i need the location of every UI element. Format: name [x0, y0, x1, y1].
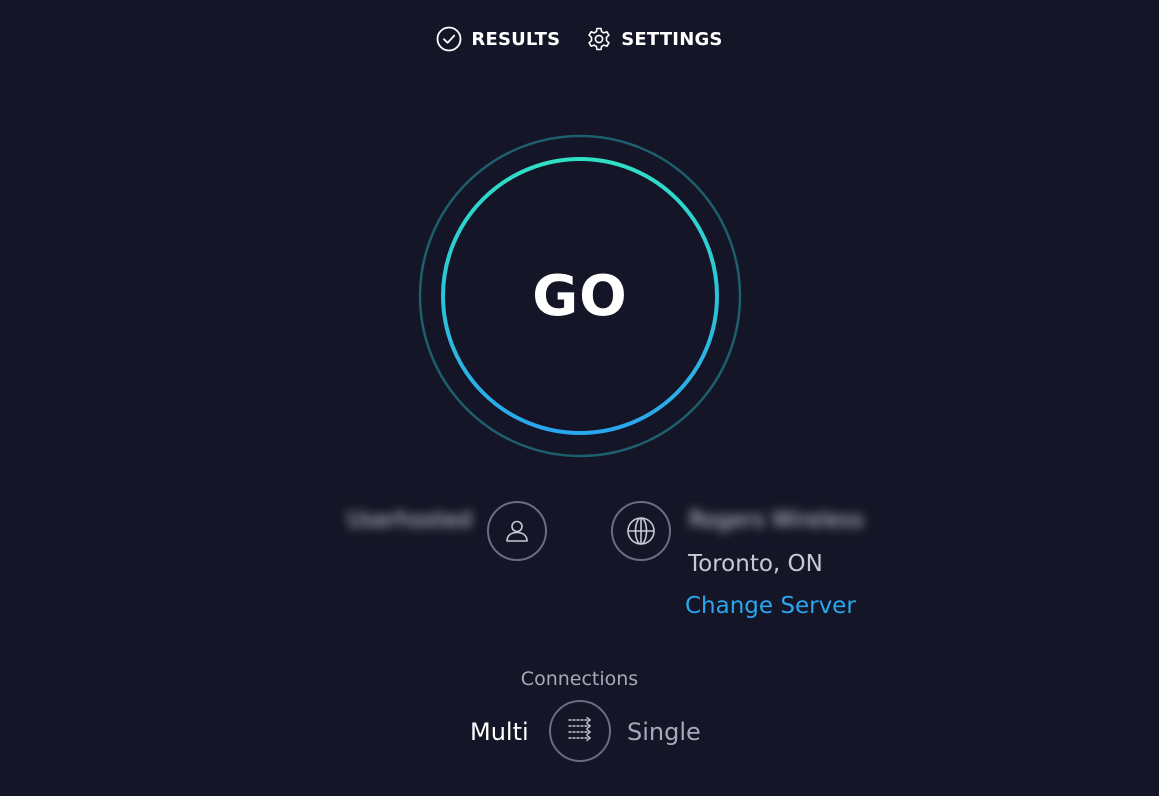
settings-label: SETTINGS — [621, 28, 723, 50]
gear-icon — [586, 26, 612, 52]
user-icon — [487, 501, 547, 561]
multi-arrows-icon — [564, 716, 596, 746]
isp-name: Userhosted — [347, 508, 472, 533]
settings-nav-item[interactable]: SETTINGS — [586, 26, 722, 52]
check-circle-icon — [436, 26, 462, 52]
connections-label: Connections — [520, 668, 639, 690]
connections-toggle[interactable] — [549, 700, 611, 762]
server-location: Toronto, ON — [688, 551, 823, 577]
top-nav: RESULTS SETTINGS — [0, 26, 1159, 52]
change-server-link[interactable]: Change Server — [685, 593, 856, 619]
connections-single-option[interactable]: Single — [627, 718, 701, 746]
results-nav-item[interactable]: RESULTS — [436, 26, 560, 52]
globe-icon — [611, 501, 671, 561]
go-button[interactable]: GO — [444, 160, 716, 432]
speedtest-page: RESULTS SETTINGS GO Userhosted Rogers Wi… — [0, 0, 1159, 796]
go-button-wrapper: GO — [418, 134, 742, 458]
server-name: Rogers Wireless — [689, 508, 864, 533]
connections-multi-option[interactable]: Multi — [470, 718, 529, 746]
go-label: GO — [532, 263, 628, 329]
results-label: RESULTS — [471, 28, 561, 50]
